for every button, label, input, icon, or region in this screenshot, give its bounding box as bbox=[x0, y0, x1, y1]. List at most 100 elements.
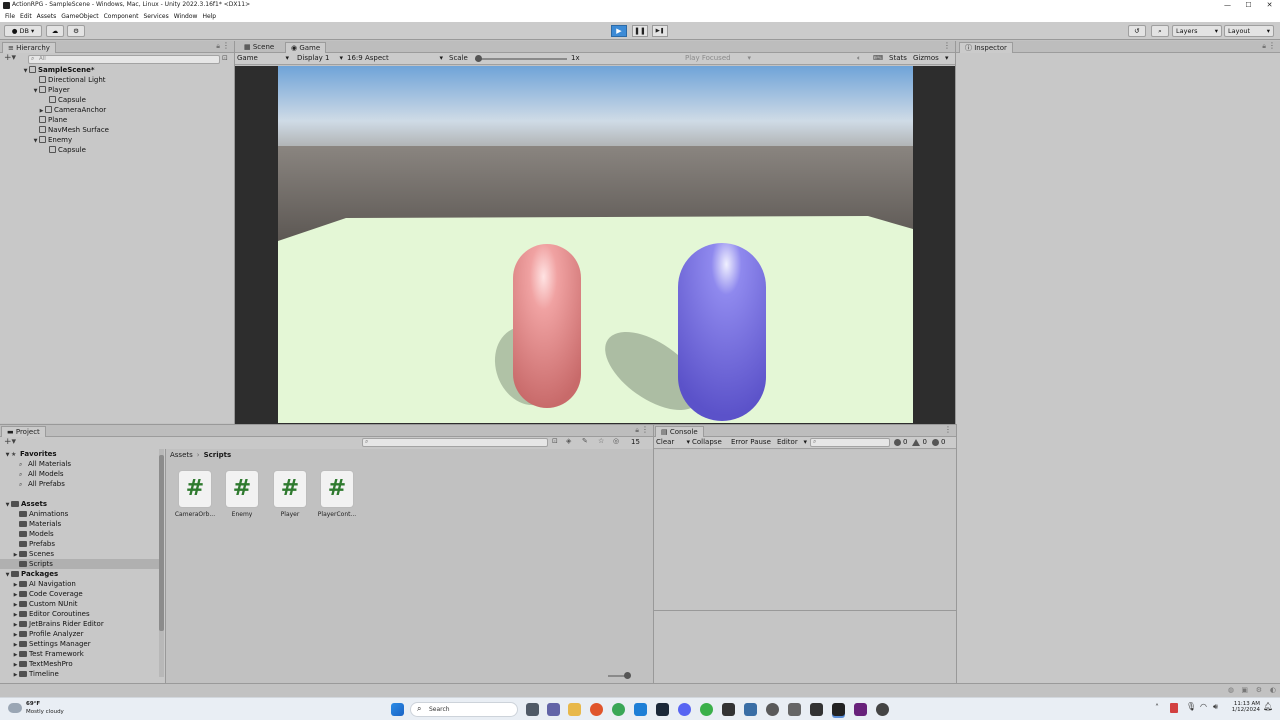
tab-project[interactable]: ▬ Project bbox=[1, 426, 46, 437]
asset-item[interactable]: # CameraOrb... bbox=[172, 471, 218, 518]
add-icon[interactable]: +▾ bbox=[4, 53, 16, 63]
tab-game[interactable]: ◉ Game bbox=[285, 42, 327, 53]
project-tree-item[interactable]: ▶ Editor Coroutines bbox=[0, 609, 159, 619]
project-tree-item[interactable]: ⌕ All Prefabs bbox=[0, 479, 159, 489]
microphone-icon[interactable]: 🎙︎ bbox=[1186, 702, 1196, 711]
asset-item[interactable]: # Player bbox=[267, 471, 313, 518]
game-mode-dropdown[interactable]: Game ▾ bbox=[237, 54, 291, 62]
settings-icon[interactable] bbox=[744, 703, 757, 716]
filter-icon[interactable]: ⊡ bbox=[222, 54, 228, 62]
icon-size-slider-handle[interactable] bbox=[624, 672, 631, 679]
hierarchy-item[interactable]: ▶ CameraAnchor bbox=[38, 105, 106, 115]
steam-icon[interactable] bbox=[656, 703, 669, 716]
hierarchy-item[interactable]: NavMesh Surface bbox=[32, 125, 109, 135]
more-options-icon[interactable]: ⋮ bbox=[641, 425, 649, 434]
gear-icon[interactable] bbox=[766, 703, 779, 716]
asset-item[interactable]: # Enemy bbox=[219, 471, 265, 518]
more-options-icon[interactable]: ⋮ bbox=[222, 41, 230, 50]
app-icon[interactable] bbox=[700, 703, 713, 716]
search-by-label-icon[interactable]: ◈ bbox=[566, 437, 571, 445]
favorite-star-icon[interactable]: ☆ bbox=[598, 437, 604, 445]
chevron-up-icon[interactable]: ˄ bbox=[1155, 703, 1159, 712]
keyboard-icon[interactable]: ⌨ bbox=[873, 54, 883, 62]
taskbar-search[interactable]: ⌕ Search bbox=[410, 702, 518, 717]
menu-gameobject[interactable]: GameObject bbox=[61, 11, 98, 22]
game-view-canvas[interactable] bbox=[278, 66, 913, 423]
project-tree-item[interactable]: ⌕ All Models bbox=[0, 469, 159, 479]
expand-arrow-icon[interactable]: ▼ bbox=[32, 86, 39, 96]
error-count-icon[interactable] bbox=[931, 438, 939, 446]
play-button[interactable]: ▶ bbox=[611, 25, 627, 37]
gizmos-button[interactable]: Gizmos bbox=[913, 54, 939, 62]
play-focused-dropdown[interactable]: Play Focused ▾ bbox=[685, 54, 751, 62]
hierarchy-item[interactable]: ▼ Enemy bbox=[32, 135, 72, 145]
project-tree-item[interactable]: ▶ AI Navigation bbox=[0, 579, 159, 589]
icon-size-slider[interactable] bbox=[608, 672, 631, 679]
project-tree-item[interactable]: Materials bbox=[0, 519, 159, 529]
menu-edit[interactable]: Edit bbox=[20, 11, 32, 22]
project-tree-item[interactable]: ▶ Scenes bbox=[0, 549, 159, 559]
debug-icon[interactable]: ⚙ bbox=[1256, 686, 1262, 694]
warning-count-icon[interactable] bbox=[912, 438, 921, 446]
hierarchy-search-input[interactable]: All bbox=[28, 55, 220, 64]
scale-slider-track[interactable] bbox=[475, 55, 567, 62]
project-tree-item[interactable]: ▶ Test Framework bbox=[0, 649, 159, 659]
layout-dropdown[interactable]: Layout ▾ bbox=[1224, 25, 1274, 37]
hierarchy-item[interactable]: Plane bbox=[32, 115, 67, 125]
epic-games-icon[interactable] bbox=[722, 703, 735, 716]
menu-window[interactable]: Window bbox=[174, 11, 198, 22]
collab-icon[interactable]: ⚙ bbox=[67, 25, 85, 37]
project-tree-item[interactable]: ▶ Settings Manager bbox=[0, 639, 159, 649]
firefox-icon[interactable] bbox=[590, 703, 603, 716]
menu-file[interactable]: File bbox=[5, 11, 15, 22]
stats-button[interactable]: Stats bbox=[889, 54, 907, 62]
breadcrumb-assets[interactable]: Assets bbox=[170, 451, 193, 459]
tray-app-icon[interactable] bbox=[1170, 703, 1178, 713]
error-pause-toggle[interactable]: Error Pause bbox=[731, 438, 771, 446]
chrome-icon[interactable] bbox=[612, 703, 625, 716]
project-tree-item[interactable]: ▶ JetBrains Rider Editor bbox=[0, 619, 159, 629]
project-search-input[interactable] bbox=[362, 438, 548, 447]
windows-start-icon[interactable] bbox=[391, 703, 404, 716]
speaker-icon[interactable]: 🔊︎ bbox=[1213, 702, 1218, 712]
menu-help[interactable]: Help bbox=[202, 11, 216, 22]
search-by-type-icon[interactable]: ⊡ bbox=[552, 437, 558, 445]
step-button[interactable]: ▶❚ bbox=[652, 25, 668, 37]
add-icon[interactable]: +▾ bbox=[4, 437, 16, 447]
collapse-arrow-icon[interactable]: ▶ bbox=[12, 670, 19, 680]
edge-icon[interactable] bbox=[634, 703, 647, 716]
search-icon[interactable]: ⌕ bbox=[1151, 25, 1169, 37]
notifications-bell-icon[interactable]: 🔔︎ bbox=[1263, 702, 1273, 711]
clear-button[interactable]: Clear ▾ bbox=[656, 438, 690, 446]
notifications-icon[interactable]: ◐ bbox=[1270, 686, 1276, 694]
app-window-icon[interactable] bbox=[788, 703, 801, 716]
layers-dropdown[interactable]: Layers ▾ bbox=[1172, 25, 1222, 37]
progress-icon[interactable]: ◍ bbox=[1228, 686, 1234, 694]
file-explorer-icon[interactable] bbox=[568, 703, 581, 716]
hierarchy-item[interactable]: Capsule bbox=[42, 95, 86, 105]
aspect-dropdown[interactable]: 16:9 Aspect ▾ bbox=[347, 54, 443, 62]
visual-studio-icon[interactable] bbox=[854, 703, 867, 716]
project-tree-item[interactable]: ⌕ All Materials bbox=[0, 459, 159, 469]
project-tree-item[interactable]: ▶ Timeline bbox=[0, 669, 159, 679]
unity-editor-icon[interactable] bbox=[832, 703, 845, 716]
collapse-toggle[interactable]: Collapse bbox=[692, 438, 722, 446]
project-tree-item[interactable]: ▼ Assets bbox=[0, 499, 159, 509]
teams-icon[interactable] bbox=[547, 703, 560, 716]
more-options-icon[interactable]: ⋮ bbox=[943, 41, 951, 50]
asset-item[interactable]: # PlayerCont... bbox=[314, 471, 360, 518]
project-tree-item[interactable]: ▶ Profile Analyzer bbox=[0, 629, 159, 639]
project-tree-item[interactable]: ▶ Custom NUnit bbox=[0, 599, 159, 609]
more-options-icon[interactable]: ⋮ bbox=[944, 425, 952, 434]
console-search-input[interactable] bbox=[810, 438, 890, 447]
tab-scene[interactable]: ▦ Scene bbox=[239, 42, 279, 53]
account-dropdown[interactable]: ● DB ▾ bbox=[4, 25, 42, 37]
cache-icon[interactable]: ▣ bbox=[1241, 686, 1248, 694]
project-tree-item[interactable]: Prefabs bbox=[0, 539, 159, 549]
scale-slider-handle[interactable] bbox=[475, 55, 482, 62]
hierarchy-item[interactable]: ▼ Player bbox=[32, 85, 70, 95]
info-count-icon[interactable] bbox=[894, 438, 901, 446]
minimize-button[interactable]: — bbox=[1217, 0, 1238, 11]
discord-icon[interactable] bbox=[678, 703, 691, 716]
audio-icon[interactable]: 🔈︎ bbox=[857, 54, 861, 63]
